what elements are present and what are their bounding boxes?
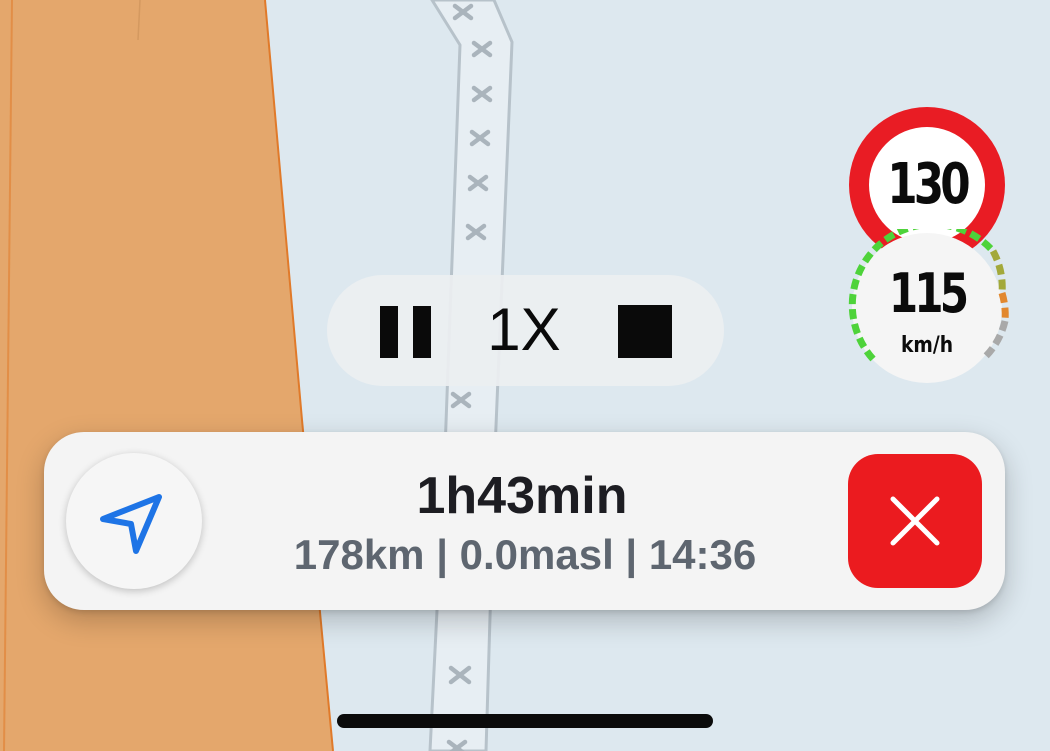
stop-button[interactable] [612, 300, 678, 362]
pause-button[interactable] [372, 300, 438, 362]
trip-details: 178km | 0.0masl | 14:36 [293, 531, 757, 578]
speed-limit-value: 130 [887, 152, 970, 217]
speedometer: 115 km/h [843, 229, 1011, 387]
home-indicator[interactable] [337, 714, 713, 728]
current-speed-value: 115 [888, 262, 969, 325]
recenter-button[interactable] [66, 453, 202, 589]
eta-duration: 1h43min [416, 467, 628, 525]
speed-unit: km/h [900, 333, 954, 358]
stop-icon [618, 305, 672, 358]
playback-speed-button[interactable]: 1X [478, 296, 570, 364]
close-icon [890, 496, 940, 546]
navigation-arrow-icon [100, 494, 162, 554]
close-route-button[interactable] [848, 454, 982, 588]
